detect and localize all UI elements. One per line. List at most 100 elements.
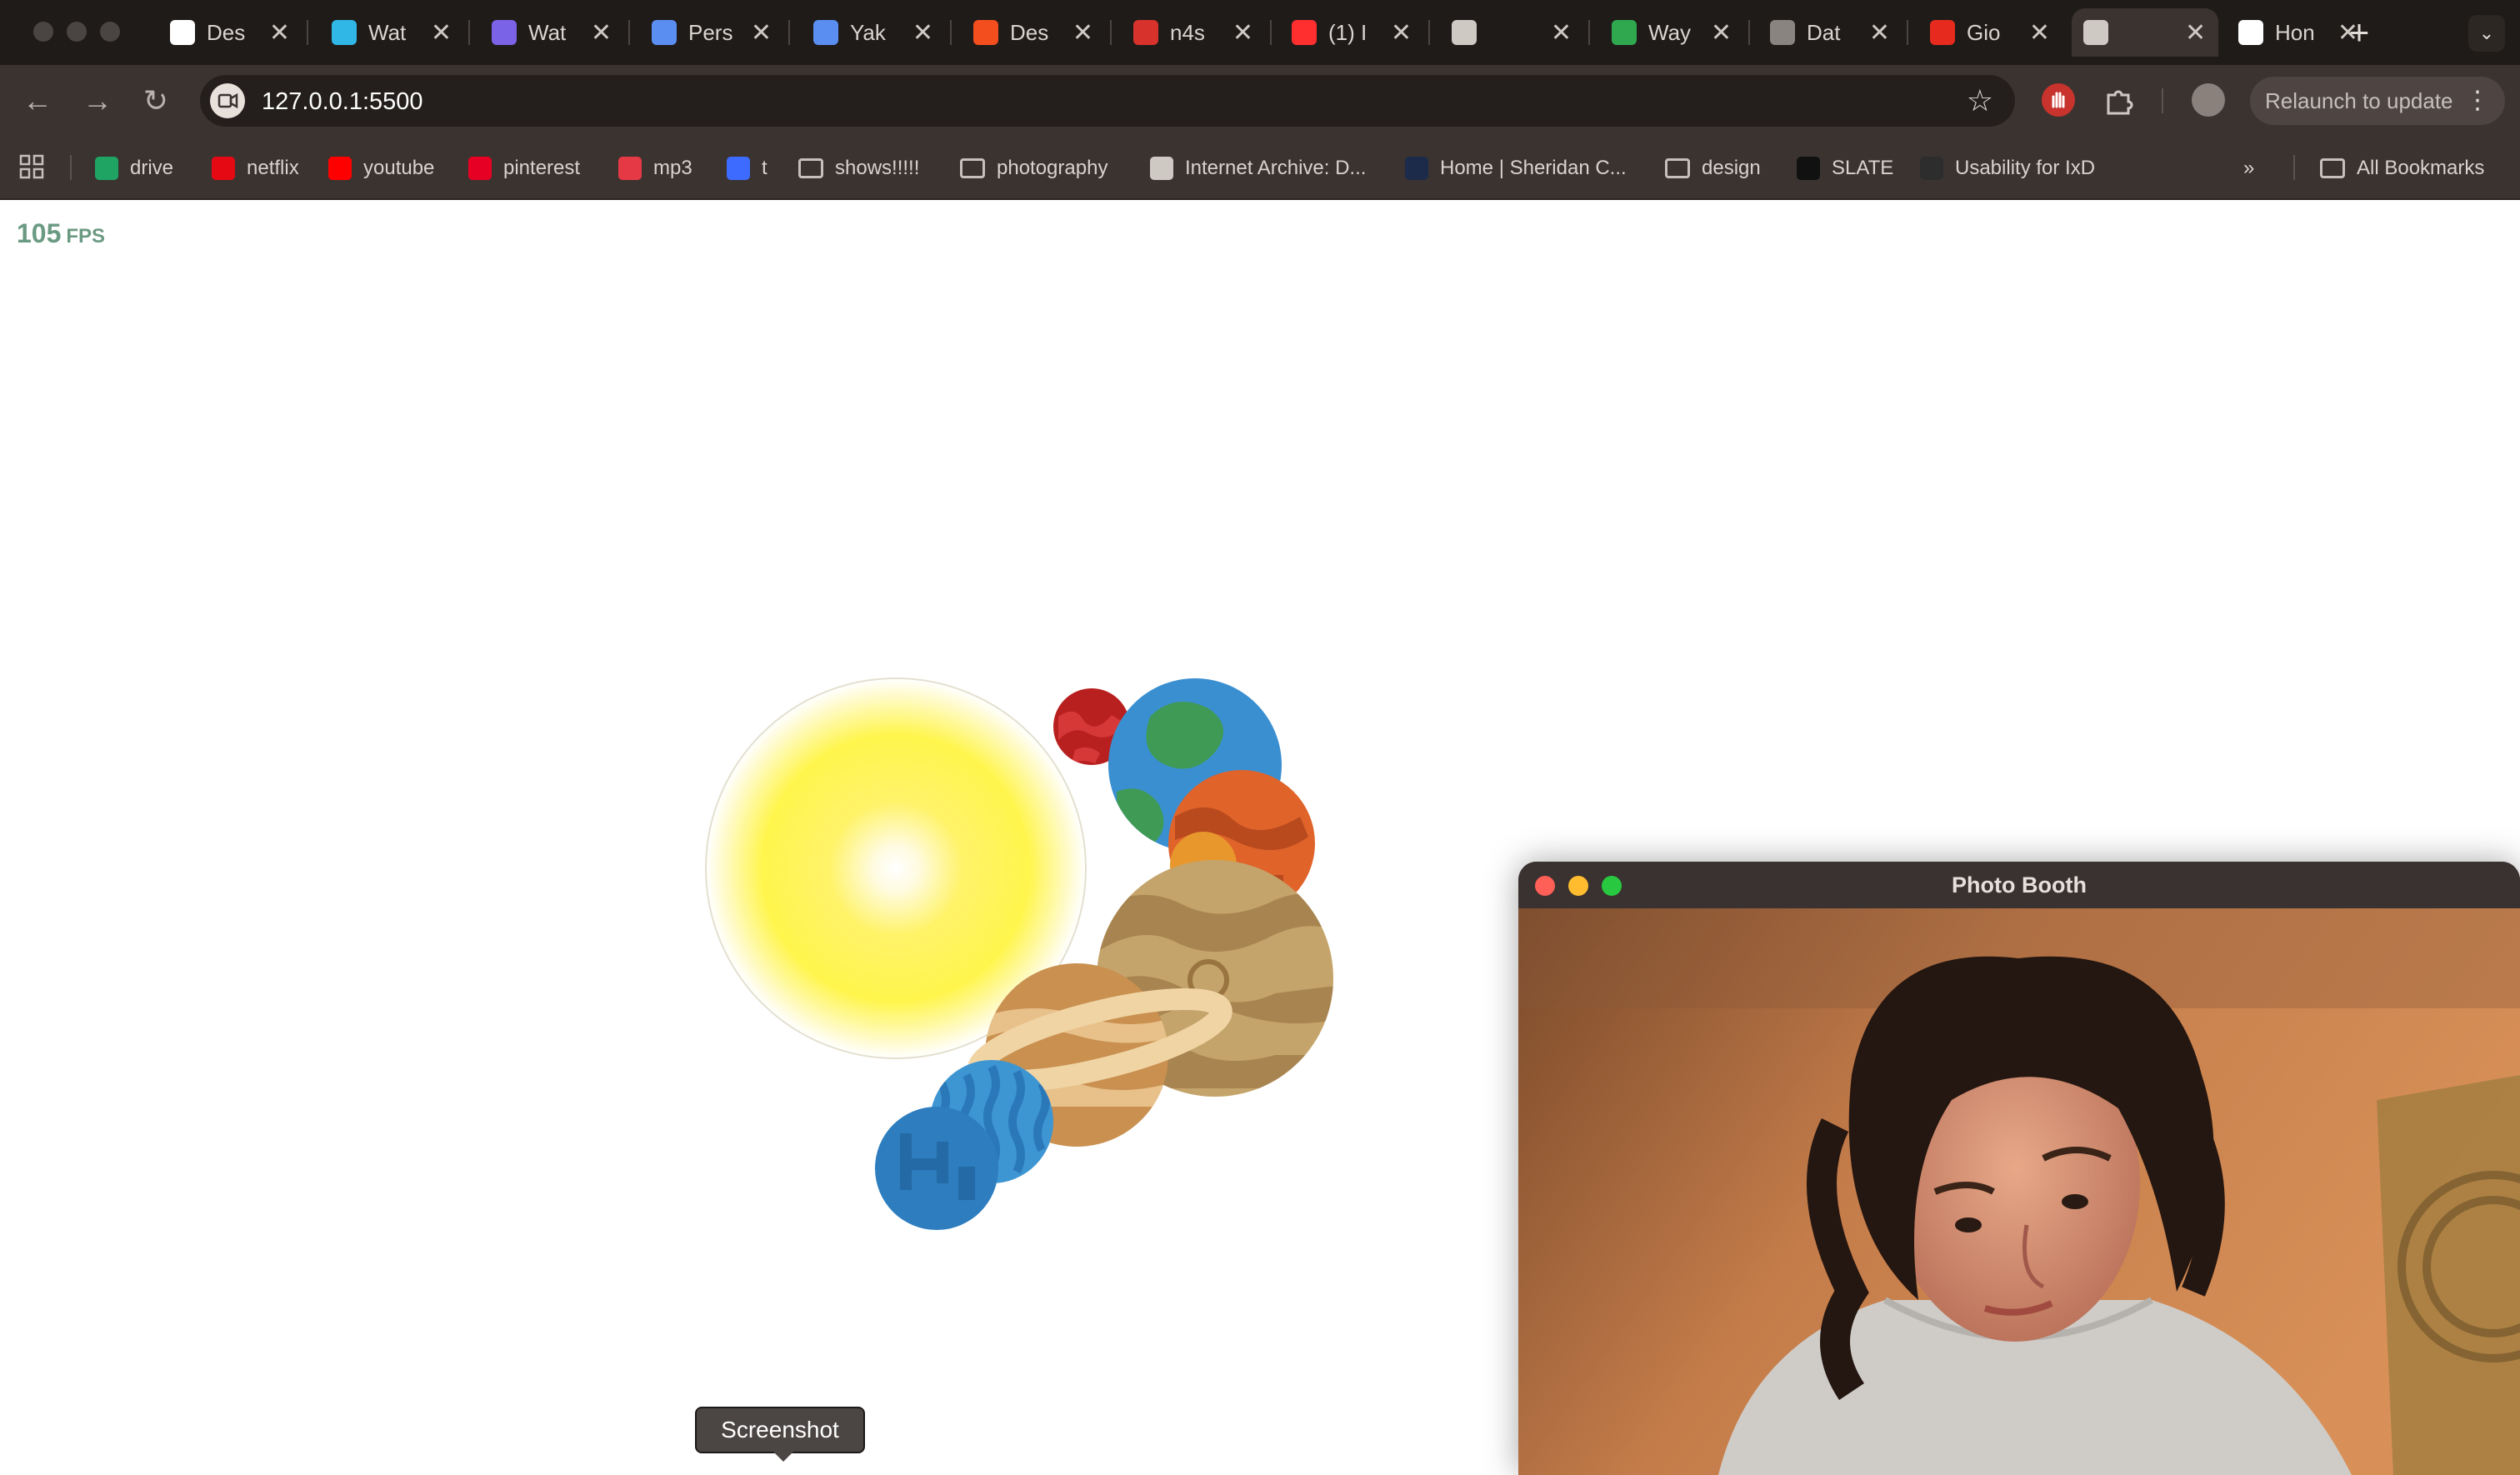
folder-icon — [1665, 158, 1690, 178]
tab-5[interactable]: Yak ✕ — [802, 8, 945, 57]
profile-avatar[interactable] — [2192, 83, 2225, 117]
bookmark-item[interactable]: photography — [960, 152, 1108, 185]
bookmark-item[interactable]: drive — [95, 152, 173, 185]
reload-icon[interactable]: ↻ — [135, 80, 177, 122]
tab-close-icon[interactable]: ✕ — [1711, 18, 1732, 48]
tab-strip: Des ✕ Wat ✕ Wat ✕ Pers ✕ Yak ✕ Des ✕ n4s ✕ (1) I ✕ ✕ Way ✕… — [0, 0, 2520, 65]
bookmark-favicon-icon — [1405, 157, 1428, 180]
bookmark-item[interactable]: t — [727, 152, 768, 185]
photo-booth-title: Photo Booth — [1952, 872, 2087, 898]
tab-close-icon[interactable]: ✕ — [431, 18, 452, 48]
tab-close-icon[interactable]: ✕ — [751, 18, 772, 48]
tab-close-icon[interactable]: ✕ — [1869, 18, 1890, 48]
bookmark-favicon-icon — [328, 157, 352, 180]
photo-booth-window[interactable]: Photo Booth — [1518, 862, 2520, 1475]
figma-icon — [973, 20, 998, 45]
bookmark-item[interactable]: mp3 — [618, 152, 692, 185]
tab-9[interactable]: ✕ — [1440, 8, 1583, 57]
tab-separator — [1748, 20, 1750, 45]
tab-6[interactable]: Des ✕ — [962, 8, 1105, 57]
bookmark-item[interactable]: youtube — [328, 152, 434, 185]
tab-close-icon[interactable]: ✕ — [2029, 18, 2050, 48]
camera-indicator-icon[interactable] — [210, 83, 245, 118]
tab-title: Wat — [528, 19, 567, 45]
generic-icon — [1770, 20, 1795, 45]
folder-icon — [798, 158, 823, 178]
tab-10[interactable]: Way ✕ — [1600, 8, 1743, 57]
address-bar[interactable]: 127.0.0.1:5500 ☆ — [200, 75, 2015, 127]
tab-1[interactable]: Des ✕ — [158, 8, 302, 57]
extensions-puzzle-icon[interactable] — [2102, 83, 2135, 117]
tab-close-icon[interactable]: ✕ — [591, 18, 612, 48]
bookmarks-bar: drive netflix youtube pinterest mp3 t shows!!!… — [0, 137, 2520, 200]
tab-2[interactable]: Wat ✕ — [320, 8, 463, 57]
folder-icon — [960, 158, 985, 178]
window-minimize-button[interactable] — [67, 22, 87, 42]
tab-search-button[interactable]: ⌄ — [2468, 15, 2505, 52]
bookmark-item[interactable]: shows!!!!! — [798, 152, 919, 185]
tab-close-icon[interactable]: ✕ — [912, 18, 933, 48]
tab-title: Dat — [1807, 19, 1841, 45]
notion-icon — [170, 20, 195, 45]
back-arrow-icon[interactable]: ← — [17, 80, 58, 122]
tab-title: Wat — [368, 19, 407, 45]
tab-7[interactable]: n4s ✕ — [1122, 8, 1265, 57]
tab-title: n4s — [1170, 19, 1205, 45]
s-logo-icon — [332, 20, 357, 45]
tab-4[interactable]: Pers ✕ — [640, 8, 783, 57]
tab-close-icon[interactable]: ✕ — [1072, 18, 1093, 48]
bookmark-item[interactable]: Usability for IxD — [1920, 152, 2095, 185]
tab-separator — [628, 20, 630, 45]
bookmark-item[interactable]: netflix — [212, 152, 299, 185]
bookmarks-overflow-icon[interactable]: » — [2243, 152, 2254, 185]
bookmark-label: youtube — [363, 157, 435, 179]
bookmark-favicon-icon — [618, 157, 642, 180]
window-zoom-button[interactable] — [100, 22, 120, 42]
bookmark-item[interactable]: pinterest — [468, 152, 580, 185]
all-bookmarks-folder[interactable]: All Bookmarks — [2320, 152, 2484, 185]
bookmark-item[interactable]: Home | Sheridan C... — [1405, 152, 1627, 185]
tab-title: Way — [1648, 19, 1692, 45]
tab-12[interactable]: Gio ✕ — [1918, 8, 2062, 57]
extension-stop-icon[interactable] — [2042, 83, 2075, 117]
forward-arrow-icon[interactable]: → — [77, 80, 118, 122]
tab-close-icon[interactable]: ✕ — [1232, 18, 1253, 48]
tab-8[interactable]: (1) I ✕ — [1280, 8, 1423, 57]
bookmark-label: pinterest — [503, 157, 581, 179]
tab-separator — [1270, 20, 1272, 45]
apps-grid-icon[interactable] — [18, 153, 45, 180]
screenshot-tooltip: Screenshot — [695, 1407, 865, 1462]
webcam-preview — [1518, 908, 2520, 1475]
tab-3[interactable]: Wat ✕ — [480, 8, 623, 57]
bookmark-label: Usability for IxD — [1955, 157, 2096, 179]
tab-close-icon[interactable]: ✕ — [2185, 18, 2206, 48]
all-bookmarks-label: All Bookmarks — [2357, 157, 2485, 179]
url-text[interactable]: 127.0.0.1:5500 — [262, 88, 423, 116]
tab-separator — [788, 20, 790, 45]
tab-separator — [468, 20, 470, 45]
bookmark-item[interactable]: design — [1665, 152, 1761, 185]
pb-zoom-button[interactable] — [1602, 876, 1622, 896]
bookmark-item[interactable]: SLATE — [1797, 152, 1893, 185]
pb-close-button[interactable] — [1535, 876, 1555, 896]
more-menu-icon[interactable]: ⋮ — [2465, 77, 2490, 125]
new-tab-button[interactable]: + — [2338, 12, 2380, 53]
tab-close-icon[interactable]: ✕ — [1391, 18, 1412, 48]
tab-11[interactable]: Dat ✕ — [1758, 8, 1902, 57]
tab-close-icon[interactable]: ✕ — [1551, 18, 1572, 48]
tab-close-icon[interactable]: ✕ — [269, 18, 290, 48]
globe-icon — [2083, 20, 2108, 45]
browser-toolbar: ← → ↻ 127.0.0.1:5500 ☆ Relaunch to updat… — [0, 65, 2520, 137]
bookmark-favicon-icon — [1920, 157, 1943, 180]
bookmark-item[interactable]: Internet Archive: D... — [1150, 152, 1366, 185]
relaunch-to-update-button[interactable]: Relaunch to update ⋮ — [2250, 77, 2505, 125]
photo-booth-titlebar[interactable]: Photo Booth — [1518, 862, 2520, 908]
bookmark-star-icon[interactable]: ☆ — [1967, 83, 1993, 118]
bookmark-label: design — [1702, 157, 1761, 179]
globe-icon — [1452, 20, 1477, 45]
tab-13[interactable]: ✕ — [2072, 8, 2218, 57]
link-icon — [652, 20, 677, 45]
pb-minimize-button[interactable] — [1568, 876, 1588, 896]
bookmarks-divider — [70, 155, 72, 180]
window-close-button[interactable] — [33, 22, 53, 42]
